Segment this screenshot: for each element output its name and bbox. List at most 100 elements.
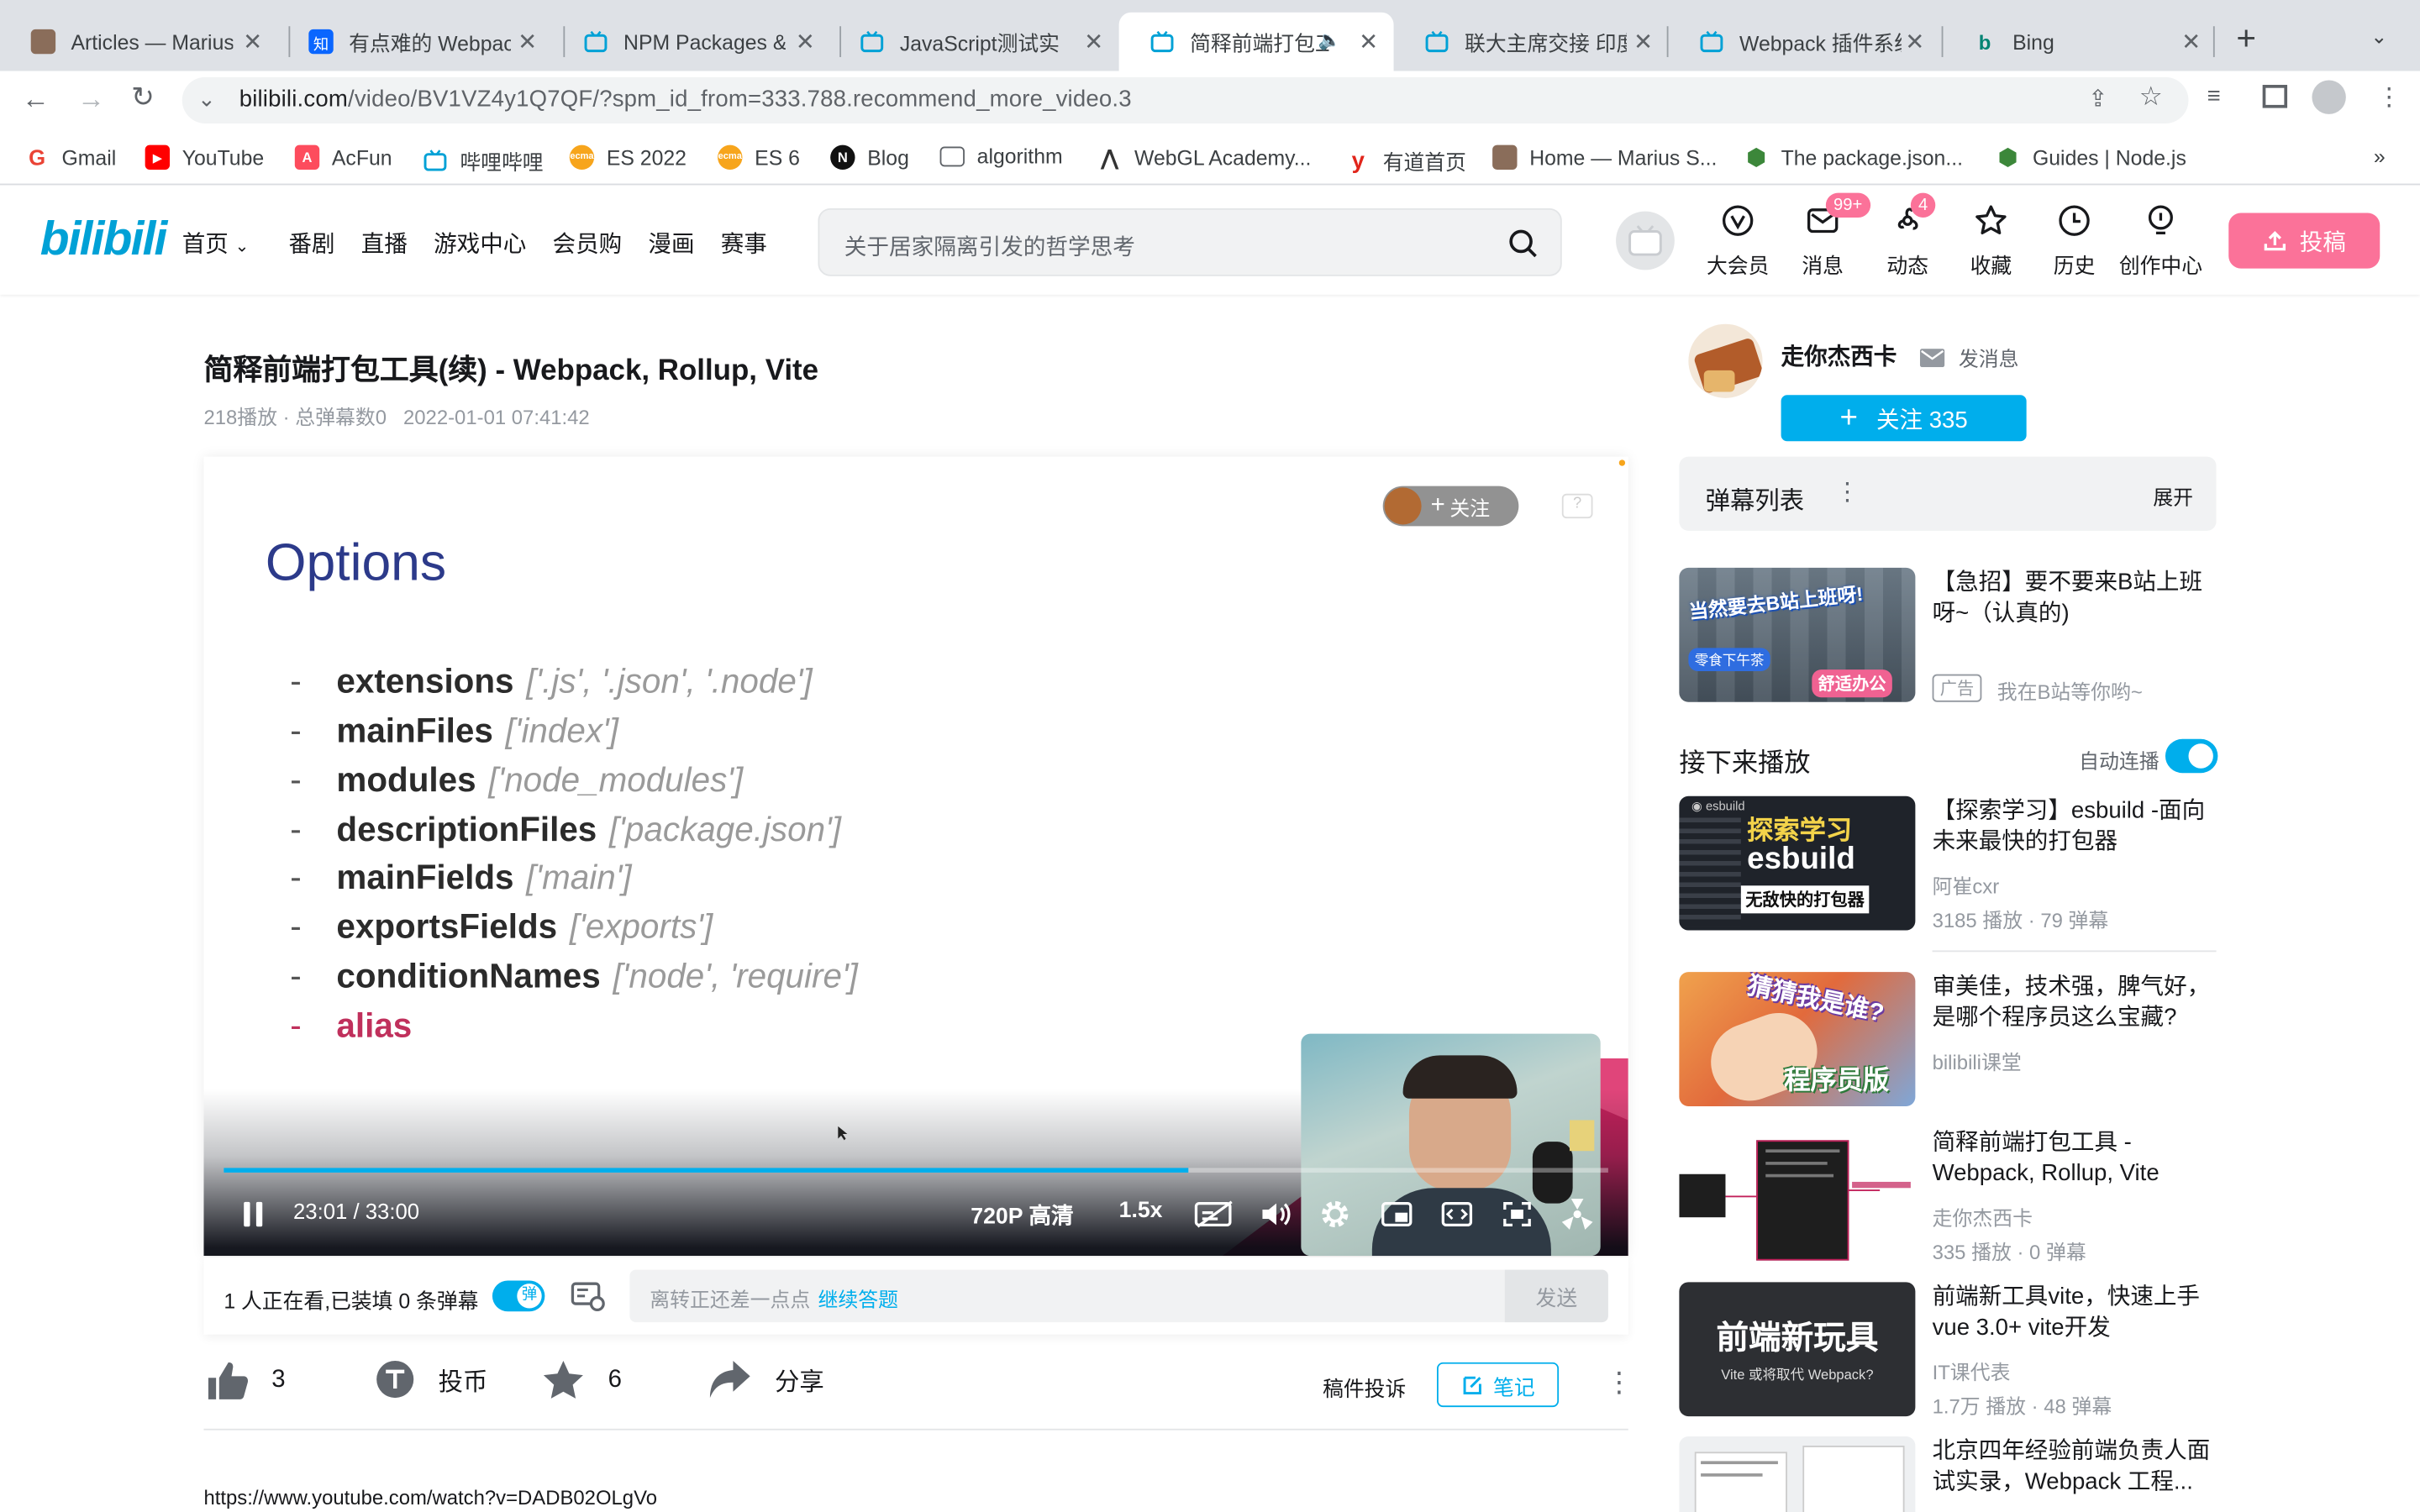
send-danmaku-button[interactable]: 发送	[1504, 1269, 1608, 1323]
danmaku-list-header[interactable]: 弹幕列表 ⋮ 展开	[1679, 456, 2217, 531]
search-icon[interactable]	[1507, 228, 1539, 260]
bookmark-packagejson[interactable]: ⬢ The package.json...	[1744, 144, 1963, 171]
progress-bar[interactable]	[224, 1168, 1608, 1173]
special-effects-icon[interactable]	[1559, 1197, 1596, 1231]
rec-video-card[interactable]: 前端新玩具 Vite 或将取代 Webpack? 前端新工具vite，快速上手v…	[1679, 1282, 2216, 1420]
header-vip[interactable]: 大会员	[1699, 202, 1776, 280]
rec-video-card[interactable]: 猜猜我是谁? 程序员版 审美佳，技术强，脾气好，是哪个程序员这么宝藏? bili…	[1679, 972, 2216, 1110]
rec-video-card[interactable]: 北京四年经验前端负责人面试实录，Webpack 工程...	[1679, 1436, 2216, 1512]
pause-icon[interactable]	[241, 1200, 266, 1228]
author-name[interactable]: 走你杰西卡	[1781, 339, 1897, 372]
bookmark-webgl[interactable]: ⋀ WebGL Academy...	[1097, 144, 1311, 171]
bookmark-youdao[interactable]: y 有道首页	[1345, 145, 1466, 176]
speaker-icon[interactable]: 🔈	[1318, 29, 1341, 51]
favorite-button[interactable]: 6	[540, 1357, 622, 1404]
nav-esports[interactable]: 赛事	[721, 227, 767, 260]
close-icon[interactable]: ✕	[243, 28, 262, 55]
rec-video-card[interactable]: 简释前端打包工具 - Webpack, Rollup, Vite 走你杰西卡 3…	[1679, 1127, 2216, 1267]
nav-home[interactable]: 首页 ⌄	[182, 227, 250, 260]
bookmarks-overflow-icon[interactable]: »	[2374, 145, 2386, 169]
menu-icon[interactable]: ⋮	[2377, 81, 2402, 113]
video-player[interactable]: + 关注 ? Options - extensions ['.js', '.json…	[203, 456, 1628, 1257]
nav-bangumi[interactable]: 番剧	[288, 227, 334, 260]
note-button[interactable]: 笔记	[1437, 1362, 1560, 1408]
bookmark-home-marius[interactable]: Home — Marius S...	[1492, 144, 1717, 171]
back-icon[interactable]: ←	[22, 83, 50, 116]
profile-icon[interactable]	[2312, 80, 2346, 114]
close-icon[interactable]: ✕	[1905, 28, 1924, 55]
volume-icon[interactable]	[1260, 1199, 1293, 1230]
bookmark-acfun[interactable]: A AcFun	[294, 144, 392, 171]
continue-quiz-link[interactable]: 继续答题	[818, 1284, 898, 1313]
description-link[interactable]: https://www.youtube.com/watch?v=DADB02OL…	[203, 1486, 657, 1509]
bilibili-logo[interactable]: bilibili	[40, 212, 168, 267]
reload-icon[interactable]: ↻	[131, 81, 155, 114]
header-creator-center[interactable]: 创作中心	[2114, 202, 2207, 280]
more-options-icon[interactable]: ⋮	[1605, 1367, 1633, 1399]
like-button[interactable]: 3	[203, 1357, 286, 1404]
speed-selector[interactable]: 1.5x	[1119, 1199, 1163, 1223]
bookmark-star-icon[interactable]: ☆	[2139, 81, 2163, 113]
help-icon[interactable]: ?	[1561, 493, 1593, 519]
browser-tab[interactable]: 联大主席交接 印度 ✕	[1394, 13, 1669, 71]
close-icon[interactable]: ✕	[1634, 28, 1653, 55]
expand-button[interactable]: 展开	[2153, 481, 2193, 511]
bookmark-blog[interactable]: N Blog	[830, 144, 909, 171]
browser-tab[interactable]: Webpack 插件系统 ✕	[1669, 13, 1940, 71]
share-button[interactable]: 分享	[707, 1357, 824, 1400]
avatar[interactable]	[1616, 211, 1675, 270]
nav-game-center[interactable]: 游戏中心	[434, 227, 526, 260]
picture-in-picture-icon[interactable]	[1380, 1199, 1413, 1230]
url-text[interactable]: bilibili.com/video/BV1VZ4y1Q7QF/?spm_id_…	[239, 87, 1132, 113]
close-icon[interactable]: ✕	[2181, 28, 2201, 55]
author-avatar[interactable]	[1688, 323, 1763, 398]
follow-button[interactable]: + 关注 335	[1781, 395, 2027, 442]
close-icon[interactable]: ✕	[518, 28, 537, 55]
quality-selector[interactable]: 720P 高清	[971, 1199, 1073, 1231]
subtitle-off-icon[interactable]	[1193, 1199, 1236, 1230]
share-icon[interactable]: ⇪	[2088, 85, 2107, 113]
report-link[interactable]: 稿件投诉	[1323, 1372, 1406, 1403]
ad-card[interactable]: 当然要去B站上班呀! 零食下午茶 舒适办公 【急招】要不要来B站上班呀~（认真的…	[1679, 567, 2216, 704]
overlay-follow-button[interactable]: + 关注	[1382, 486, 1519, 527]
browser-tab[interactable]: Articles — Marius ✕	[0, 13, 278, 71]
header-dynamic[interactable]: 动态 4	[1869, 192, 1946, 280]
close-icon[interactable]: ✕	[796, 28, 815, 55]
new-tab-icon[interactable]: +	[2236, 18, 2256, 59]
rec-author[interactable]: 阿崔cxr	[1933, 870, 2000, 900]
rec-author[interactable]: IT课代表	[1933, 1356, 2011, 1385]
rec-video-card[interactable]: ◉ esbuild 探索学习 esbuild 无敌快的打包器 【探索学习】esb…	[1679, 795, 2216, 951]
rec-author[interactable]: bilibili课堂	[1933, 1046, 2022, 1075]
settings-gear-icon[interactable]	[1318, 1197, 1352, 1231]
forward-icon[interactable]: →	[77, 83, 105, 116]
widescreen-icon[interactable]	[1440, 1199, 1474, 1230]
browser-tab[interactable]: 知 有点难的 Webpack ✕	[278, 13, 553, 71]
bookmark-es2022[interactable]: ecma ES 2022	[569, 144, 687, 171]
bookmark-youtube[interactable]: ▶ YouTube	[145, 144, 264, 171]
header-favorites[interactable]: 收藏	[1952, 202, 2029, 280]
close-icon[interactable]: ✕	[1359, 28, 1378, 55]
nav-manga[interactable]: 漫画	[648, 227, 694, 260]
bookmark-bilibili[interactable]: 哔哩哔哩	[423, 145, 544, 176]
bookmark-nodejs-guides[interactable]: ⬢ Guides | Node.js	[1995, 144, 2186, 171]
fullscreen-icon[interactable]	[1500, 1199, 1534, 1230]
autoplay-toggle[interactable]	[2165, 738, 2218, 774]
header-messages[interactable]: 消息 99+	[1784, 192, 1870, 280]
browser-tab-active[interactable]: 简释前端打包工 🔈 ✕	[1118, 12, 1394, 71]
bookmark-algorithm[interactable]: algorithm	[939, 145, 1063, 168]
upload-button[interactable]: 投稿	[2228, 213, 2381, 269]
danmaku-list-menu-icon[interactable]: ⋮	[1835, 477, 1860, 508]
header-history[interactable]: 历史	[2036, 202, 2113, 280]
nav-mall[interactable]: 会员购	[553, 227, 623, 260]
send-message-button[interactable]: 发消息	[1919, 343, 2018, 372]
tab-search-chevron-icon[interactable]: ⌄	[2370, 24, 2387, 49]
bookmark-es6[interactable]: ecma ES 6	[718, 144, 800, 171]
search-input[interactable]: 关于居家隔离引发的哲学思考	[818, 207, 1562, 276]
close-icon[interactable]: ✕	[1084, 28, 1103, 55]
browser-tab[interactable]: JavaScript测试实 ✕	[829, 13, 1118, 71]
danmaku-settings-icon[interactable]	[570, 1279, 607, 1313]
bookmark-gmail[interactable]: G Gmail	[24, 144, 116, 171]
side-panel-icon[interactable]	[2262, 85, 2288, 108]
site-info-icon[interactable]: ⌄	[197, 87, 216, 113]
danmaku-input[interactable]: 离转正还差一点点 继续答题 发送	[629, 1269, 1608, 1323]
